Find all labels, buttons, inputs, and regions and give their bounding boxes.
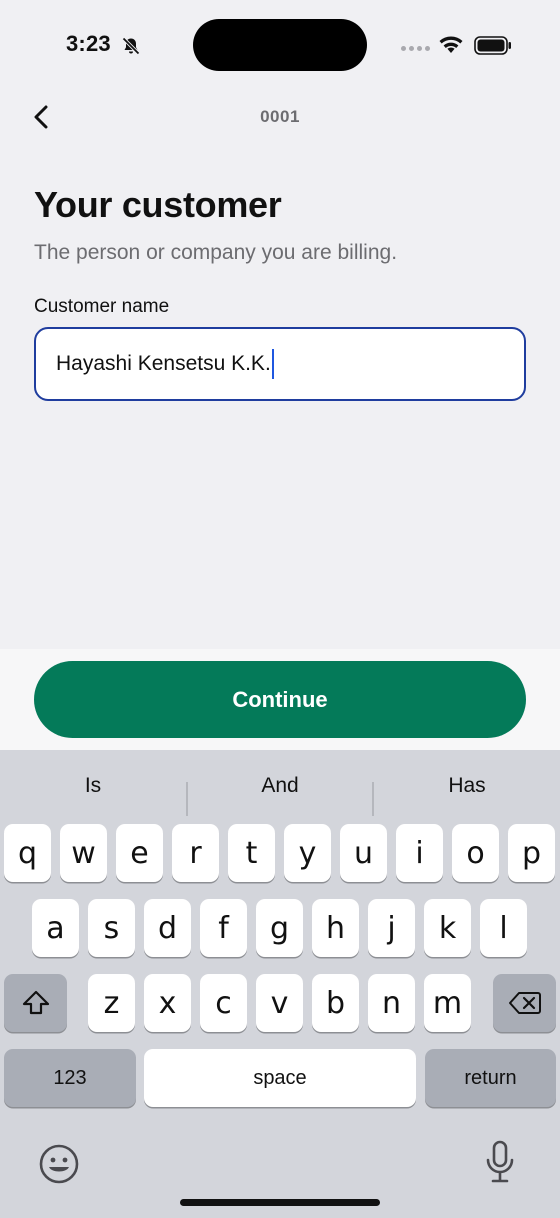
battery-icon: [474, 36, 511, 55]
key[interactable]: l: [480, 899, 527, 957]
customer-name-value: Hayashi Kensetsu K.K.: [56, 352, 271, 375]
key[interactable]: t: [228, 824, 275, 882]
chevron-left-icon: [34, 105, 48, 129]
customer-name-input[interactable]: Hayashi Kensetsu K.K.: [34, 327, 526, 401]
suggestion-item[interactable]: And: [187, 764, 373, 808]
key[interactable]: k: [424, 899, 471, 957]
key[interactable]: c: [200, 974, 247, 1032]
delete-key[interactable]: [493, 974, 556, 1032]
continue-button[interactable]: Continue: [34, 661, 526, 738]
key[interactable]: j: [368, 899, 415, 957]
key[interactable]: u: [340, 824, 387, 882]
status-time: 3:23: [66, 31, 111, 56]
emoji-icon[interactable]: [38, 1143, 80, 1185]
key[interactable]: v: [256, 974, 303, 1032]
delete-icon: [508, 992, 541, 1014]
space-key[interactable]: space: [144, 1049, 416, 1107]
status-bar: 3:23: [0, 0, 560, 92]
key[interactable]: e: [116, 824, 163, 882]
bell-slash-icon: [122, 37, 140, 55]
key[interactable]: x: [144, 974, 191, 1032]
return-key[interactable]: return: [425, 1049, 556, 1107]
key[interactable]: r: [172, 824, 219, 882]
key[interactable]: w: [60, 824, 107, 882]
key[interactable]: p: [508, 824, 555, 882]
numbers-key[interactable]: 123: [4, 1049, 136, 1107]
key[interactable]: h: [312, 899, 359, 957]
suggestion-bar: Is And Has: [0, 764, 560, 816]
key[interactable]: z: [88, 974, 135, 1032]
key[interactable]: m: [424, 974, 471, 1032]
key[interactable]: y: [284, 824, 331, 882]
suggestion-item[interactable]: Is: [0, 764, 186, 808]
wifi-icon: [439, 36, 463, 53]
key[interactable]: d: [144, 899, 191, 957]
key[interactable]: a: [32, 899, 79, 957]
suggestion-item[interactable]: Has: [374, 764, 560, 808]
back-button[interactable]: [24, 100, 58, 134]
key[interactable]: i: [396, 824, 443, 882]
microphone-icon[interactable]: [485, 1140, 515, 1184]
text-caret: [271, 349, 274, 379]
app-screen: 3:23 0001 Your customer The person or co…: [0, 0, 560, 1218]
home-indicator[interactable]: [180, 1199, 380, 1206]
signal-icon: [401, 46, 430, 51]
key[interactable]: g: [256, 899, 303, 957]
key[interactable]: b: [312, 974, 359, 1032]
shift-key[interactable]: [4, 974, 67, 1032]
page-subtitle: The person or company you are billing.: [34, 241, 398, 264]
customer-name-label: Customer name: [34, 296, 170, 317]
keyboard: Is And Has q w e r t y u i o p a s d f g…: [0, 750, 560, 1218]
dynamic-island: [193, 19, 367, 71]
page-title: Your customer: [34, 184, 282, 225]
bottom-action-bar: Continue: [0, 649, 560, 750]
nav-title: 0001: [260, 107, 300, 126]
key[interactable]: q: [4, 824, 51, 882]
shift-icon: [22, 990, 49, 1015]
key[interactable]: n: [368, 974, 415, 1032]
key[interactable]: f: [200, 899, 247, 957]
key[interactable]: o: [452, 824, 499, 882]
key[interactable]: s: [88, 899, 135, 957]
